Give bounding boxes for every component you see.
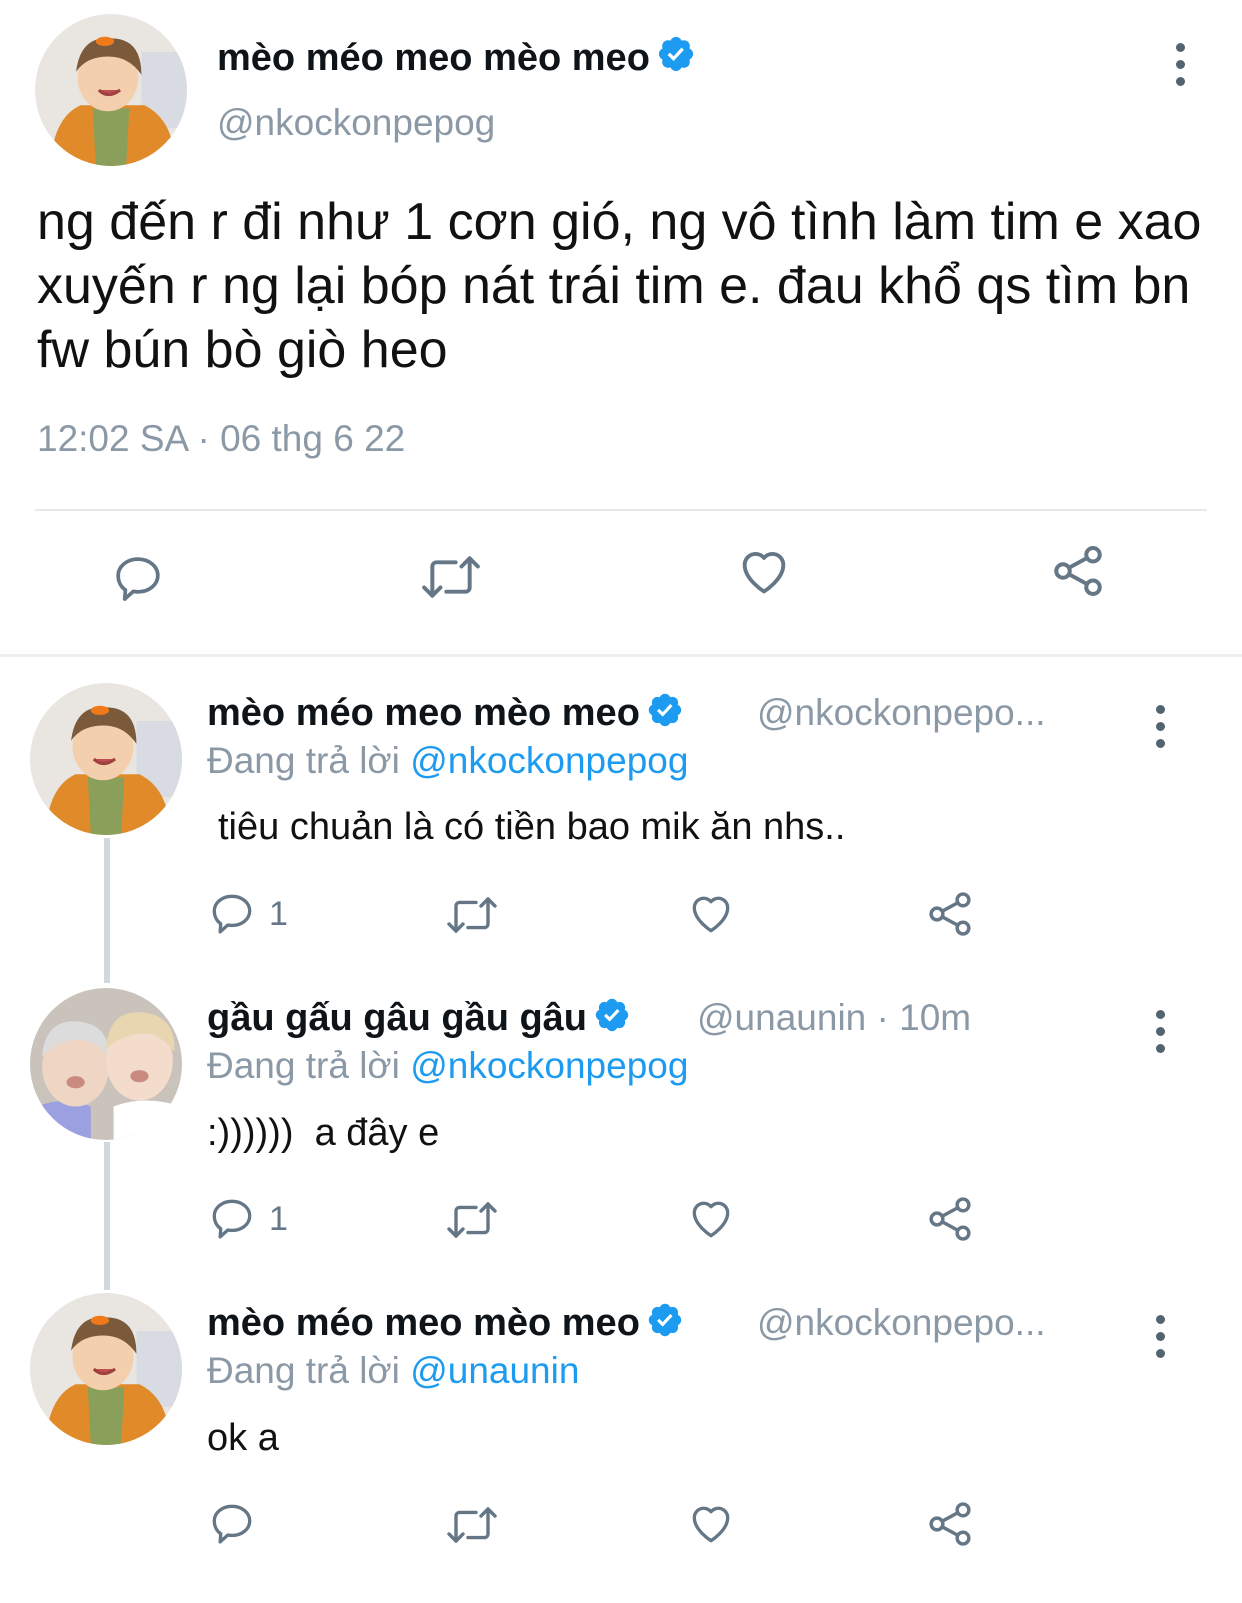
reply-display-name: gầu gấu gâu gầu gâu <box>207 997 588 1039</box>
replying-to-line: Đang trả lời @nkockonpepog <box>207 740 688 782</box>
share-icon <box>929 1502 971 1546</box>
reply-handle[interactable]: @nkockonpepo... <box>757 692 1046 734</box>
retweet-icon <box>422 556 480 598</box>
reply-display-name: mèo méo meo mèo meo <box>207 1302 640 1344</box>
retweet-icon <box>447 1507 497 1543</box>
more-vertical-icon <box>1155 1314 1165 1324</box>
more-vertical-icon <box>1175 42 1185 52</box>
reply-count: 1 <box>269 894 288 933</box>
reply-avatar[interactable] <box>30 988 182 1140</box>
replying-to-line: Đang trả lời @nkockonpepog <box>207 1045 688 1087</box>
heart-icon <box>692 1506 730 1543</box>
share-button[interactable] <box>924 888 976 940</box>
more-dot <box>1155 1043 1165 1053</box>
reply-display-name-row[interactable]: mèo méo meo mèo meo <box>207 1301 684 1345</box>
more-dot <box>1155 1331 1165 1341</box>
thread-connector <box>104 1142 110 1290</box>
verified-badge-icon <box>656 34 696 74</box>
main-display-name: mèo méo meo mèo meo <box>217 37 650 79</box>
reply-bubble-icon <box>212 894 252 934</box>
reply-display-name: mèo méo meo mèo meo <box>207 692 640 734</box>
like-button[interactable] <box>686 1193 736 1243</box>
share-icon <box>1054 545 1102 597</box>
reply-handle[interactable]: @nkockonpepo... <box>757 1302 1046 1344</box>
replying-prefix: Đang trả lời <box>207 1045 400 1086</box>
like-button[interactable] <box>735 542 793 600</box>
divider <box>35 509 1207 511</box>
share-button[interactable] <box>924 1193 976 1245</box>
reply-display-name-row[interactable]: mèo méo meo mèo meo <box>207 691 684 735</box>
section-separator <box>0 654 1242 657</box>
main-tweet-text: ng đến r đi như 1 cơn gió, ng vô tình là… <box>37 193 1202 379</box>
replying-to-line: Đang trả lời @unaunin <box>207 1350 579 1392</box>
more-dot <box>1155 738 1165 748</box>
share-button[interactable] <box>1048 541 1108 601</box>
replying-mention-link[interactable]: @unaunin <box>410 1350 579 1391</box>
heart-icon <box>742 552 786 594</box>
reply-button[interactable] <box>207 1499 269 1549</box>
like-button[interactable] <box>686 1498 736 1548</box>
reply-bubble-icon <box>116 557 160 601</box>
retweet-icon <box>447 897 497 933</box>
more-options-button[interactable] <box>1140 1308 1180 1364</box>
verified-badge-icon <box>646 1301 684 1339</box>
more-options-button[interactable] <box>1160 36 1200 92</box>
reply-text: ok a <box>207 1417 279 1459</box>
reply-count: 1 <box>269 1199 288 1238</box>
more-dot <box>1155 1348 1165 1358</box>
more-dot <box>1155 1026 1165 1036</box>
more-options-button[interactable] <box>1140 1003 1180 1059</box>
retweet-button[interactable] <box>418 549 484 605</box>
more-vertical-icon <box>1155 704 1165 714</box>
main-avatar[interactable] <box>35 14 187 166</box>
more-options-button[interactable] <box>1140 698 1180 754</box>
main-display-name-row[interactable]: mèo méo meo mèo meo <box>217 34 696 80</box>
replying-mention-link[interactable]: @nkockonpepog <box>410 740 688 781</box>
more-dot <box>1155 721 1165 731</box>
verified-badge-icon <box>646 691 684 729</box>
share-icon <box>929 1197 971 1241</box>
heart-icon <box>692 1201 730 1238</box>
more-dot <box>1175 76 1185 86</box>
reply-avatar[interactable] <box>30 683 182 835</box>
retweet-icon <box>447 1202 497 1238</box>
reply-handle[interactable]: @unaunin · 10m <box>697 997 971 1039</box>
reply-button[interactable]: 1 <box>207 889 288 939</box>
reply-button[interactable]: 1 <box>207 1194 288 1244</box>
main-timestamp[interactable]: 12:02 SA · 06 thg 6 22 <box>37 418 405 460</box>
replying-mention-link[interactable]: @nkockonpepog <box>410 1045 688 1086</box>
retweet-button[interactable] <box>443 1501 501 1549</box>
replying-prefix: Đang trả lời <box>207 740 400 781</box>
reply-text: :)))))) a đây e <box>207 1112 440 1154</box>
share-icon <box>929 892 971 936</box>
reply-display-name-row[interactable]: gầu gấu gâu gầu gâu <box>207 996 631 1040</box>
verified-badge-icon <box>593 996 631 1034</box>
reply-button[interactable] <box>110 551 166 607</box>
main-handle[interactable]: @nkockonpepog <box>217 102 495 144</box>
reply-bubble-icon <box>212 1504 252 1544</box>
like-button[interactable] <box>686 888 736 938</box>
more-vertical-icon <box>1155 1009 1165 1019</box>
heart-icon <box>692 896 730 933</box>
reply-bubble-icon <box>212 1199 252 1239</box>
retweet-button[interactable] <box>443 891 501 939</box>
thread-connector <box>104 838 110 983</box>
share-button[interactable] <box>924 1498 976 1550</box>
reply-text: tiêu chuản là có tiền bao mik ăn nhs.. <box>218 806 846 848</box>
more-dot <box>1175 59 1185 69</box>
retweet-button[interactable] <box>443 1196 501 1244</box>
reply-avatar[interactable] <box>30 1293 182 1445</box>
replying-prefix: Đang trả lời <box>207 1350 400 1391</box>
